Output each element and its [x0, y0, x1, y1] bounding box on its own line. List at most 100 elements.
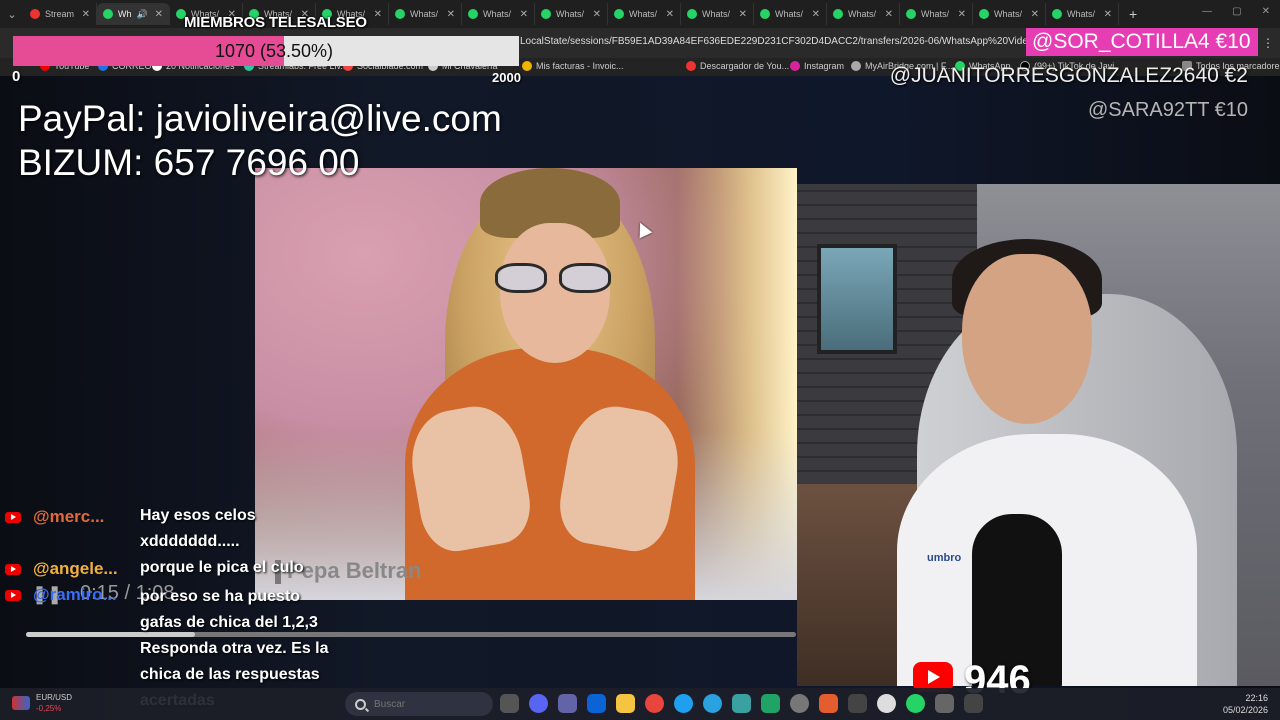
speaker-icon[interactable]: 🔊 [137, 9, 148, 20]
app-icon[interactable] [819, 694, 838, 713]
whatsapp-favicon-icon [760, 9, 770, 19]
latest-donation: @SOR_COTILLA4 €10 [1026, 28, 1258, 56]
task-view-icon[interactable] [500, 694, 519, 713]
close-tab-icon[interactable]: ✕ [958, 9, 966, 20]
youtube-icon [5, 590, 21, 601]
outlook-icon[interactable] [587, 694, 606, 713]
bookmark[interactable]: Mis facturas - Invoic... [522, 61, 624, 71]
browser-tab[interactable]: Whats/ ✕ [535, 3, 608, 25]
bookmark[interactable]: Instagram [790, 61, 844, 71]
browser-tab[interactable]: Whats/ ✕ [389, 3, 462, 25]
browser-tab-active[interactable]: Wh 🔊 ✕ [97, 3, 170, 25]
goal-min-label: 0 [12, 68, 21, 85]
tab-label: Whats/ [629, 9, 658, 19]
maximize-icon[interactable]: ▢ [1232, 6, 1241, 17]
close-tab-icon[interactable]: ✕ [1104, 9, 1112, 20]
taskbar-search[interactable] [345, 692, 493, 716]
cloud-icon [851, 61, 861, 71]
browser-tab[interactable]: Whats/ ✕ [1046, 3, 1119, 25]
members-goal-text: 1070 (53.50%) [214, 41, 334, 61]
folder-icon[interactable] [616, 694, 635, 713]
bookmark[interactable]: Descargador de You... [686, 61, 789, 71]
close-tab-icon[interactable]: ✕ [666, 9, 674, 20]
tab-label: Whats/ [921, 9, 950, 19]
whatsapp-favicon-icon [979, 9, 989, 19]
tab-label: Whats/ [1067, 9, 1096, 19]
members-goal-progress: 1070 (53.50%) [13, 36, 519, 66]
browser-tab[interactable]: Whats/ ✕ [462, 3, 535, 25]
close-tab-icon[interactable]: ✕ [1031, 9, 1039, 20]
minimize-icon[interactable]: — [1202, 6, 1212, 17]
tab-label: Whats/ [410, 9, 439, 19]
obs-icon[interactable] [877, 694, 896, 713]
whatsapp-favicon-icon [103, 9, 113, 19]
browser-tab[interactable]: Whats/ ✕ [754, 3, 827, 25]
browser-tab[interactable]: Whats/ ✕ [827, 3, 900, 25]
tab-label: Whats/ [702, 9, 731, 19]
more-vertical-icon[interactable]: ⋮ [1262, 36, 1274, 50]
app-icon[interactable] [732, 694, 751, 713]
ticker-pair: EUR/USD [36, 693, 73, 702]
close-tab-icon[interactable]: ✕ [82, 9, 90, 20]
search-icon [355, 698, 366, 710]
windows-taskbar: EUR/USD-0,25% 22:16 05/02 [0, 688, 1280, 720]
youtube-icon [5, 564, 21, 575]
taskbar-apps [500, 694, 983, 713]
edge-icon[interactable] [674, 694, 693, 713]
stock-widget[interactable]: EUR/USD -0,25% [12, 692, 72, 714]
settings-icon[interactable] [790, 694, 809, 713]
browser-tab[interactable]: Whats/ ✕ [608, 3, 681, 25]
paypal-info: PayPal: javioliveira@live.com [18, 98, 502, 139]
stream-favicon-icon [30, 9, 40, 19]
close-tab-icon[interactable]: ✕ [520, 9, 528, 20]
whatsapp-icon[interactable] [906, 694, 925, 713]
search-input[interactable] [374, 698, 484, 710]
terminal-icon[interactable] [964, 694, 983, 713]
window-controls: — ▢ ✕ [1202, 6, 1270, 17]
tab-label: Whats/ [483, 9, 512, 19]
clock-time: 22:16 [1245, 693, 1268, 703]
browser-tab[interactable]: Whats/ ✕ [681, 3, 754, 25]
browser-tab[interactable]: Whats/ ✕ [900, 3, 973, 25]
close-tab-icon[interactable]: ✕ [812, 9, 820, 20]
tab-label: Whats/ [775, 9, 804, 19]
whatsapp-favicon-icon [906, 9, 916, 19]
close-tab-icon[interactable]: ✕ [374, 9, 382, 20]
whatsapp-favicon-icon [468, 9, 478, 19]
whatsapp-favicon-icon [395, 9, 405, 19]
host-webcam: umbro [797, 184, 1280, 686]
close-tab-icon[interactable]: ✕ [155, 9, 163, 20]
snipping-tool-icon[interactable] [935, 694, 954, 713]
currency-flag-icon [12, 696, 30, 710]
discord-icon[interactable] [529, 694, 548, 713]
browser-tab[interactable]: Stream ✕ [24, 3, 97, 25]
donation-entry: @SARA92TT €10 [1087, 99, 1248, 121]
bookmark-label: Instagram [804, 61, 845, 71]
app-icon[interactable] [848, 694, 867, 713]
whatsapp-favicon-icon [687, 9, 697, 19]
tab-label: Whats/ [848, 9, 877, 19]
whatsapp-favicon-icon [1052, 9, 1062, 19]
taskbar-clock[interactable]: 22:16 05/02/2026 [1223, 692, 1268, 716]
tab-search-chevron-icon[interactable]: ⌄ [0, 8, 24, 21]
close-tab-icon[interactable]: ✕ [739, 9, 747, 20]
chrome-icon[interactable] [645, 694, 664, 713]
browser-tab[interactable]: Whats/ ✕ [973, 3, 1046, 25]
new-tab-button[interactable]: + [1119, 6, 1147, 22]
bookmark-label: Descargador de You... [700, 61, 790, 71]
close-window-icon[interactable]: ✕ [1262, 6, 1270, 17]
teams-icon[interactable] [558, 694, 577, 713]
telegram-icon[interactable] [703, 694, 722, 713]
chat-text: Hay esos celos xddddddd..... [140, 507, 256, 550]
url-text[interactable]: LocalState/sessions/FB59E1AD39A84EF636ED… [520, 36, 1073, 47]
guest-face [500, 223, 610, 363]
bizum-info: BIZUM: 657 7696 00 [18, 142, 360, 183]
close-tab-icon[interactable]: ✕ [447, 9, 455, 20]
instagram-icon [790, 61, 800, 71]
excel-icon[interactable] [761, 694, 780, 713]
close-tab-icon[interactable]: ✕ [593, 9, 601, 20]
ticker-change: -0,25% [36, 704, 62, 713]
close-tab-icon[interactable]: ✕ [885, 9, 893, 20]
donation-entry: @JUANITORRESGONZALEZ2640 €2 [889, 64, 1248, 87]
invoice-icon [522, 61, 532, 71]
